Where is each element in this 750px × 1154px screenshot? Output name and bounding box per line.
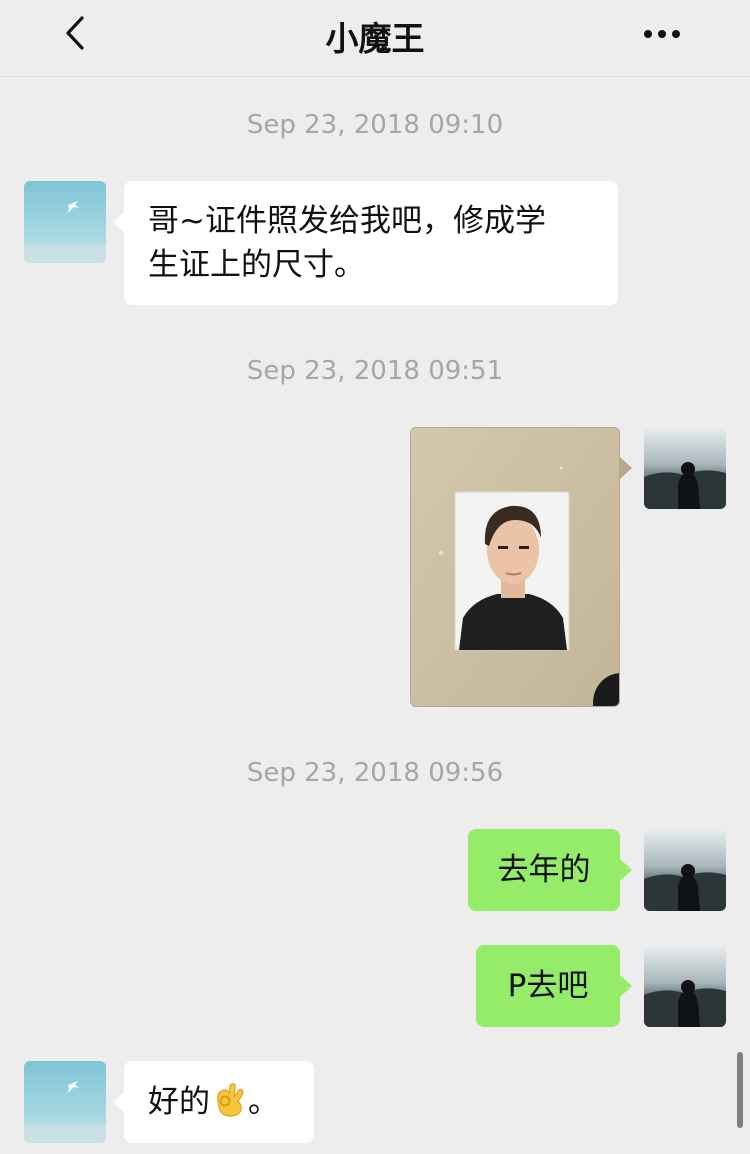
ellipsis-icon <box>644 30 680 38</box>
timestamp: Sep 23, 2018 09:10 <box>246 110 504 140</box>
bubble-tail <box>113 211 125 233</box>
bubble-tail <box>620 975 632 997</box>
photo-message[interactable] <box>410 427 620 707</box>
self-avatar[interactable] <box>644 427 726 509</box>
timestamp: Sep 23, 2018 09:51 <box>246 356 504 386</box>
chat-title: 小魔王 <box>325 19 425 58</box>
contact-avatar[interactable] <box>24 1061 106 1143</box>
message-bubble[interactable]: 好的 。 <box>124 1061 314 1143</box>
chat-header: 小魔王 <box>0 0 750 77</box>
scrollbar[interactable] <box>737 1052 743 1128</box>
message-text: 去年的 <box>497 852 591 888</box>
ok-hand-emoji-icon <box>212 1082 246 1118</box>
timestamp: Sep 23, 2018 09:56 <box>246 758 504 788</box>
message-bubble[interactable]: 去年的 <box>468 829 620 911</box>
bubble-tail <box>620 457 632 479</box>
message-text: 生证上的尺寸。 <box>148 247 365 283</box>
message-text: 好的 <box>148 1084 210 1120</box>
more-options-button[interactable] <box>640 14 684 54</box>
message-text: P去吧 <box>507 968 589 1004</box>
bubble-tail <box>620 859 632 881</box>
message-text: 。 <box>248 1084 279 1120</box>
self-avatar[interactable] <box>644 829 726 911</box>
message-text: 哥~证件照发给我吧，修成学 <box>148 203 546 239</box>
message-bubble[interactable]: 哥~证件照发给我吧，修成学 生证上的尺寸。 <box>124 181 618 305</box>
self-avatar[interactable] <box>644 945 726 1027</box>
id-photo-image <box>411 428 619 706</box>
message-bubble[interactable]: P去吧 <box>476 945 620 1027</box>
contact-avatar[interactable] <box>24 181 106 263</box>
bubble-tail <box>113 1091 125 1113</box>
